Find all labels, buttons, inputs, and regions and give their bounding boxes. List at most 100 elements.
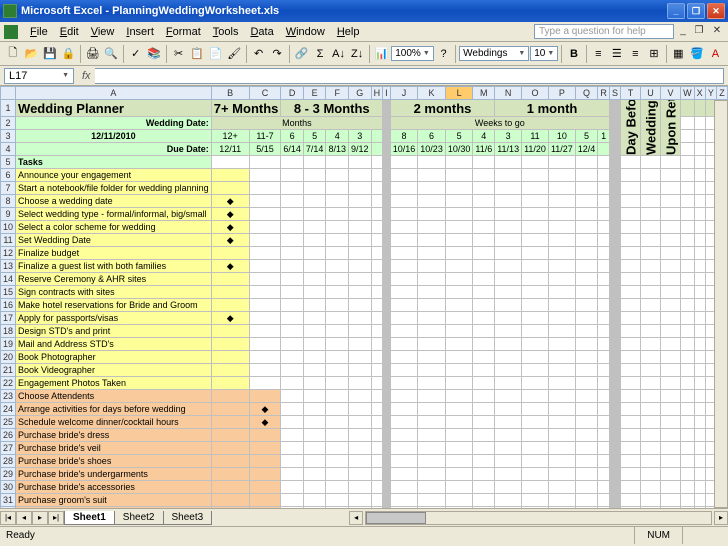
row-header-23[interactable]: 23 [1, 390, 16, 403]
row-header-3[interactable]: 3 [1, 130, 16, 143]
close-button[interactable]: ✕ [707, 3, 725, 19]
copy-button[interactable]: 📋 [188, 44, 206, 64]
row-header-20[interactable]: 20 [1, 351, 16, 364]
align-left-button[interactable]: ≡ [590, 44, 608, 64]
row-header-8[interactable]: 8 [1, 195, 16, 208]
col-header-Z[interactable]: Z [717, 87, 728, 100]
menu-view[interactable]: View [85, 24, 121, 40]
row-header-30[interactable]: 30 [1, 481, 16, 494]
hscroll-right[interactable]: ▸ [714, 511, 728, 525]
col-header-O[interactable]: O [522, 87, 549, 100]
format-painter-button[interactable]: 🖌 [225, 44, 243, 64]
sheet-tab-sheet3[interactable]: Sheet3 [163, 511, 213, 525]
col-header-A[interactable]: A [16, 87, 212, 100]
tab-nav-prev[interactable]: ◂ [16, 511, 32, 525]
menu-insert[interactable]: Insert [120, 24, 160, 40]
row-header-4[interactable]: 4 [1, 143, 16, 156]
select-all-corner[interactable] [1, 87, 16, 100]
open-button[interactable]: 📂 [23, 44, 41, 64]
row-header-27[interactable]: 27 [1, 442, 16, 455]
row-header-18[interactable]: 18 [1, 325, 16, 338]
menu-help[interactable]: Help [331, 24, 366, 40]
row-header-21[interactable]: 21 [1, 364, 16, 377]
font-dropdown[interactable]: Webdings▼ [459, 46, 529, 61]
row-header-24[interactable]: 24 [1, 403, 16, 416]
col-header-R[interactable]: R [598, 87, 610, 100]
row-header-2[interactable]: 2 [1, 117, 16, 130]
font-size-dropdown[interactable]: 10▼ [530, 46, 558, 61]
col-header-W[interactable]: W [681, 87, 695, 100]
row-header-17[interactable]: 17 [1, 312, 16, 325]
row-header-5[interactable]: 5 [1, 156, 16, 169]
row-header-22[interactable]: 22 [1, 377, 16, 390]
fx-button[interactable]: fx [78, 70, 95, 82]
zoom-dropdown[interactable]: 100%▼ [391, 46, 434, 61]
cut-button[interactable]: ✂ [170, 44, 188, 64]
bold-button[interactable]: B [565, 44, 583, 64]
horizontal-scrollbar[interactable] [365, 511, 712, 525]
row-header-12[interactable]: 12 [1, 247, 16, 260]
menu-edit[interactable]: Edit [54, 24, 85, 40]
col-header-C[interactable]: C [249, 87, 281, 100]
hyperlink-button[interactable]: 🔗 [293, 44, 311, 64]
menu-format[interactable]: Format [160, 24, 207, 40]
col-header-T[interactable]: T [621, 87, 641, 100]
sort-desc-button[interactable]: Z↓ [348, 44, 366, 64]
align-center-button[interactable]: ☰ [608, 44, 626, 64]
vertical-scrollbar[interactable] [714, 100, 728, 508]
row-header-15[interactable]: 15 [1, 286, 16, 299]
undo-button[interactable]: ↶ [250, 44, 268, 64]
fill-color-button[interactable]: 🪣 [688, 44, 706, 64]
research-button[interactable]: 📚 [145, 44, 163, 64]
chart-button[interactable]: 📊 [373, 44, 391, 64]
tab-nav-next[interactable]: ▸ [32, 511, 48, 525]
tab-nav-last[interactable]: ▸| [48, 511, 64, 525]
row-header-31[interactable]: 31 [1, 494, 16, 507]
print-preview-button[interactable]: 🔍 [103, 44, 121, 64]
sheet-tab-sheet2[interactable]: Sheet2 [114, 511, 164, 525]
merge-button[interactable]: ⊞ [645, 44, 663, 64]
minimize-button[interactable]: _ [667, 3, 685, 19]
print-button[interactable]: 🖨 [84, 44, 102, 64]
row-header-6[interactable]: 6 [1, 169, 16, 182]
col-header-B[interactable]: B [211, 87, 249, 100]
menu-file[interactable]: File [24, 24, 54, 40]
menu-tools[interactable]: Tools [207, 24, 245, 40]
col-header-S[interactable]: S [609, 87, 620, 100]
redo-button[interactable]: ↷ [268, 44, 286, 64]
save-button[interactable]: 💾 [41, 44, 59, 64]
col-header-M[interactable]: M [473, 87, 495, 100]
minimize-workbook-button[interactable]: _ [676, 25, 690, 39]
col-header-P[interactable]: P [548, 87, 575, 100]
align-right-button[interactable]: ≡ [627, 44, 645, 64]
col-header-F[interactable]: F [326, 87, 349, 100]
col-header-K[interactable]: K [418, 87, 446, 100]
col-header-J[interactable]: J [390, 87, 418, 100]
col-header-E[interactable]: E [303, 87, 326, 100]
new-button[interactable]: 🗋 [4, 44, 22, 64]
hscroll-left[interactable]: ◂ [349, 511, 363, 525]
row-header-28[interactable]: 28 [1, 455, 16, 468]
spelling-button[interactable]: ✓ [127, 44, 145, 64]
tab-nav-first[interactable]: |◂ [0, 511, 16, 525]
row-header-19[interactable]: 19 [1, 338, 16, 351]
formula-input[interactable] [95, 68, 724, 84]
close-workbook-button[interactable]: ✕ [710, 25, 724, 39]
row-header-13[interactable]: 13 [1, 260, 16, 273]
col-header-Y[interactable]: Y [705, 87, 716, 100]
col-header-H[interactable]: H [371, 87, 383, 100]
row-header-26[interactable]: 26 [1, 429, 16, 442]
autosum-button[interactable]: Σ [311, 44, 329, 64]
col-header-V[interactable]: V [661, 87, 681, 100]
help-button[interactable]: ? [435, 44, 453, 64]
col-header-X[interactable]: X [694, 87, 705, 100]
col-header-I[interactable]: I [383, 87, 391, 100]
sheet-tab-sheet1[interactable]: Sheet1 [64, 511, 115, 525]
paste-button[interactable]: 📄 [207, 44, 225, 64]
col-header-U[interactable]: U [641, 87, 661, 100]
col-header-N[interactable]: N [495, 87, 522, 100]
borders-button[interactable]: ▦ [670, 44, 688, 64]
row-header-25[interactable]: 25 [1, 416, 16, 429]
worksheet-grid[interactable]: ABCDEFGHIJKLMNOPQRSTUVWXYZ1Wedding Plann… [0, 86, 728, 508]
row-header-9[interactable]: 9 [1, 208, 16, 221]
